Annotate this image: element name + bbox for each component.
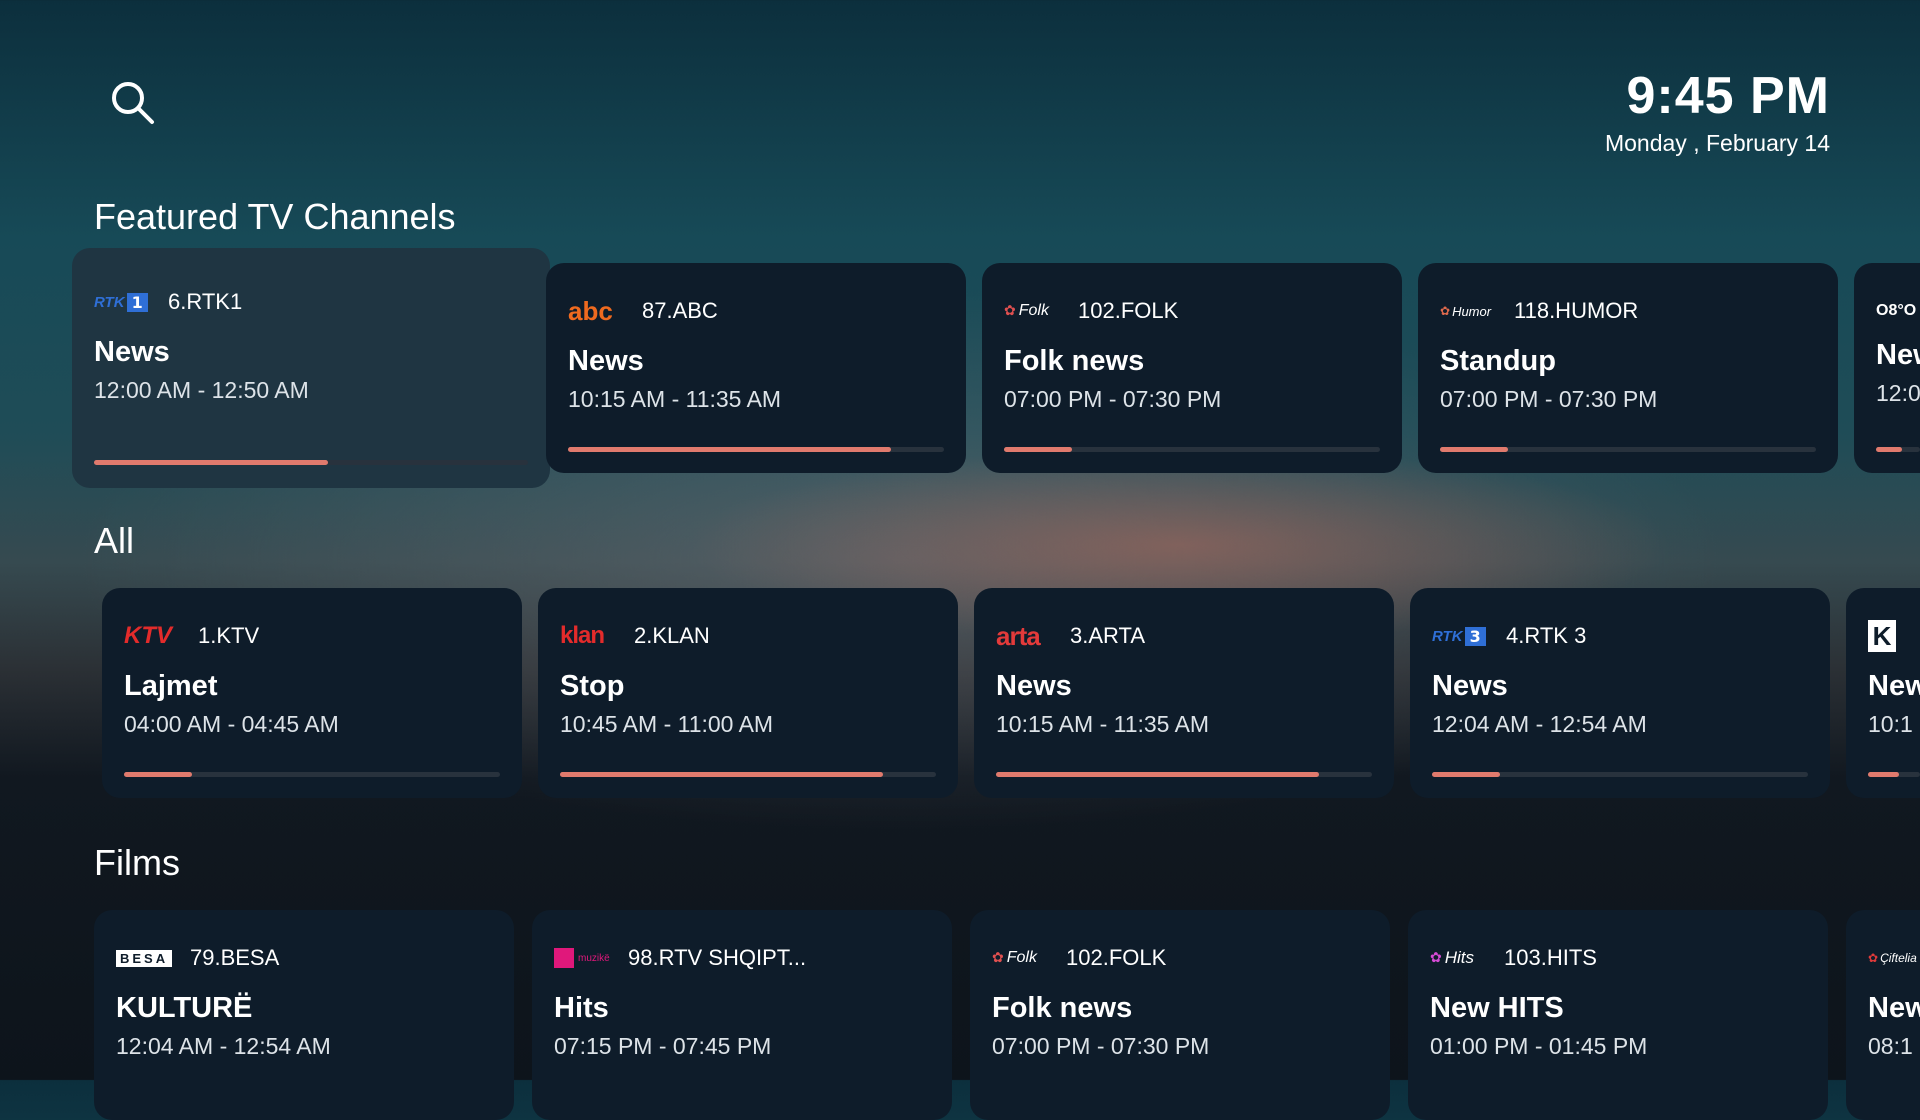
progress-bar xyxy=(1440,447,1816,452)
program-times: 10:45 AM - 11:00 AM xyxy=(560,711,774,737)
progress-fill xyxy=(124,772,192,777)
progress-fill xyxy=(1440,447,1508,452)
channel-card[interactable]: ✿ Folk 102.FOLK Folk news 07:00 PM - 07:… xyxy=(982,263,1402,473)
progress-fill xyxy=(568,447,892,452)
clock-time: 9:45 PM xyxy=(1626,67,1830,125)
program-times: 12:04 AM - 12:54 AM xyxy=(1432,711,1647,737)
besa-logo: BESA xyxy=(116,943,176,973)
progress-bar xyxy=(1876,447,1920,452)
progress-bar xyxy=(568,447,944,452)
k-logo: K xyxy=(1868,620,1896,652)
channel-card[interactable]: ✿ Humor 118.HUMOR Standup 07:00 PM - 07:… xyxy=(1418,263,1838,473)
channel-name: 87.ABC xyxy=(642,298,718,323)
channel-name: 1.KTV xyxy=(198,623,260,648)
channel-card[interactable]: abc 87.ABC News 10:15 AM - 11:35 AM xyxy=(546,263,966,473)
channel-name: 6.RTK1 xyxy=(168,289,243,314)
abc-logo: abc xyxy=(568,295,613,326)
oxo-logo: O8°O xyxy=(1876,302,1917,319)
program-times: 12:00 AM - 12:50 AM xyxy=(94,377,309,403)
program-title: New xyxy=(1868,992,1920,1024)
program-title: News xyxy=(1432,670,1508,702)
arta-logo: arta xyxy=(996,620,1041,651)
channel-card[interactable]: O8°O New 12:0 xyxy=(1854,263,1920,473)
channel-name: 3.ARTA xyxy=(1070,623,1145,648)
program-times: 08:1 xyxy=(1868,1033,1913,1059)
klan-logo: klan xyxy=(560,622,605,649)
progress-fill xyxy=(94,460,329,465)
rtk3-logo: RTK 3 xyxy=(1432,621,1492,651)
channel-card[interactable]: RTK 3 4.RTK 3 News 12:04 AM - 12:54 AM xyxy=(1410,588,1830,798)
progress-fill xyxy=(1876,447,1903,452)
folk-logo: ✿ Folk xyxy=(1004,302,1049,319)
program-title: New xyxy=(1868,670,1920,702)
channel-name: 4.RTK 3 xyxy=(1506,623,1587,648)
program-times: 07:15 PM - 07:45 PM xyxy=(554,1033,772,1059)
channel-name: 2.KLAN xyxy=(634,623,710,648)
program-title: Stop xyxy=(560,670,625,702)
progress-bar xyxy=(94,460,528,465)
program-title: KULTURË xyxy=(116,992,253,1024)
ktv-logo: KTV xyxy=(124,622,172,649)
program-times: 12:04 AM - 12:54 AM xyxy=(116,1033,331,1059)
progress-fill xyxy=(1004,447,1072,452)
ciftelia-logo: ✿ Çiftelia xyxy=(1868,951,1917,965)
channel-name: 118.HUMOR xyxy=(1514,298,1639,323)
channel-card[interactable]: BESA 79.BESA KULTURË 12:04 AM - 12:54 AM xyxy=(94,910,514,1120)
program-title: News xyxy=(568,345,644,377)
program-title: Lajmet xyxy=(124,670,218,702)
progress-bar xyxy=(1432,772,1808,777)
channel-card[interactable]: RTK 1 6.RTK1 News 12:00 AM - 12:50 AM xyxy=(72,248,550,488)
section-title-all: All xyxy=(94,520,135,561)
program-title: Standup xyxy=(1440,345,1556,377)
progress-bar xyxy=(1004,447,1380,452)
rtv-muzike-logo: muzikë xyxy=(554,943,614,973)
program-title: News xyxy=(94,336,170,368)
clock-date: Monday , February 14 xyxy=(1604,130,1830,156)
channel-card[interactable]: arta 3.ARTA News 10:15 AM - 11:35 AM xyxy=(974,588,1394,798)
rtk1-logo: RTK 1 xyxy=(94,287,154,317)
section-title-films: Films xyxy=(94,842,180,883)
progress-fill xyxy=(560,772,884,777)
clock: 9:45 PM Monday , February 14 xyxy=(1605,64,1830,158)
section-title-featured: Featured TV Channels xyxy=(94,196,456,237)
progress-bar xyxy=(996,772,1372,777)
channel-name: 79.BESA xyxy=(190,945,280,970)
program-times: 12:0 xyxy=(1876,380,1920,406)
program-times: 07:00 PM - 07:30 PM xyxy=(992,1033,1210,1059)
channel-name: 102.FOLK xyxy=(1066,945,1167,970)
channel-card[interactable]: ✿ Hits 103.HITS New HITS 01:00 PM - 01:4… xyxy=(1408,910,1828,1120)
progress-fill xyxy=(996,772,1320,777)
program-times: 10:15 AM - 11:35 AM xyxy=(996,711,1210,737)
program-title: New xyxy=(1876,339,1920,371)
progress-fill xyxy=(1432,772,1500,777)
program-times: 10:15 AM - 11:35 AM xyxy=(568,386,782,412)
program-times: 07:00 PM - 07:30 PM xyxy=(1440,386,1658,412)
progress-bar xyxy=(1868,772,1920,777)
program-title: Folk news xyxy=(1004,345,1145,377)
progress-bar xyxy=(560,772,936,777)
program-title: News xyxy=(996,670,1072,702)
channel-name: 98.RTV SHQIPT... xyxy=(628,945,807,970)
program-times: 04:00 AM - 04:45 AM xyxy=(124,711,339,737)
channel-card[interactable]: KTV 1.KTV Lajmet 04:00 AM - 04:45 AM xyxy=(102,588,522,798)
channel-card[interactable]: K New 10:1 xyxy=(1846,588,1920,798)
program-times: 10:1 xyxy=(1868,711,1913,737)
channel-card[interactable]: muzikë 98.RTV SHQIPT... Hits 07:15 PM - … xyxy=(532,910,952,1120)
channel-name: 102.FOLK xyxy=(1078,298,1179,323)
channel-card[interactable]: klan 2.KLAN Stop 10:45 AM - 11:00 AM xyxy=(538,588,958,798)
search-icon[interactable] xyxy=(108,78,156,126)
channel-card[interactable]: ✿ Çiftelia New 08:1 xyxy=(1846,910,1920,1120)
progress-bar xyxy=(124,772,500,777)
humor-logo: ✿ Humor xyxy=(1440,303,1492,319)
program-times: 01:00 PM - 01:45 PM xyxy=(1430,1033,1648,1059)
channel-card[interactable]: ✿ Folk 102.FOLK Folk news 07:00 PM - 07:… xyxy=(970,910,1390,1120)
program-title: New HITS xyxy=(1430,992,1564,1024)
program-title: Hits xyxy=(554,992,609,1024)
progress-fill xyxy=(1868,772,1900,777)
program-times: 07:00 PM - 07:30 PM xyxy=(1004,386,1222,412)
program-title: Folk news xyxy=(992,992,1133,1024)
channel-name: 103.HITS xyxy=(1504,945,1597,970)
folk-logo: ✿ Folk xyxy=(992,949,1037,966)
hits-logo: ✿ Hits xyxy=(1430,948,1475,967)
